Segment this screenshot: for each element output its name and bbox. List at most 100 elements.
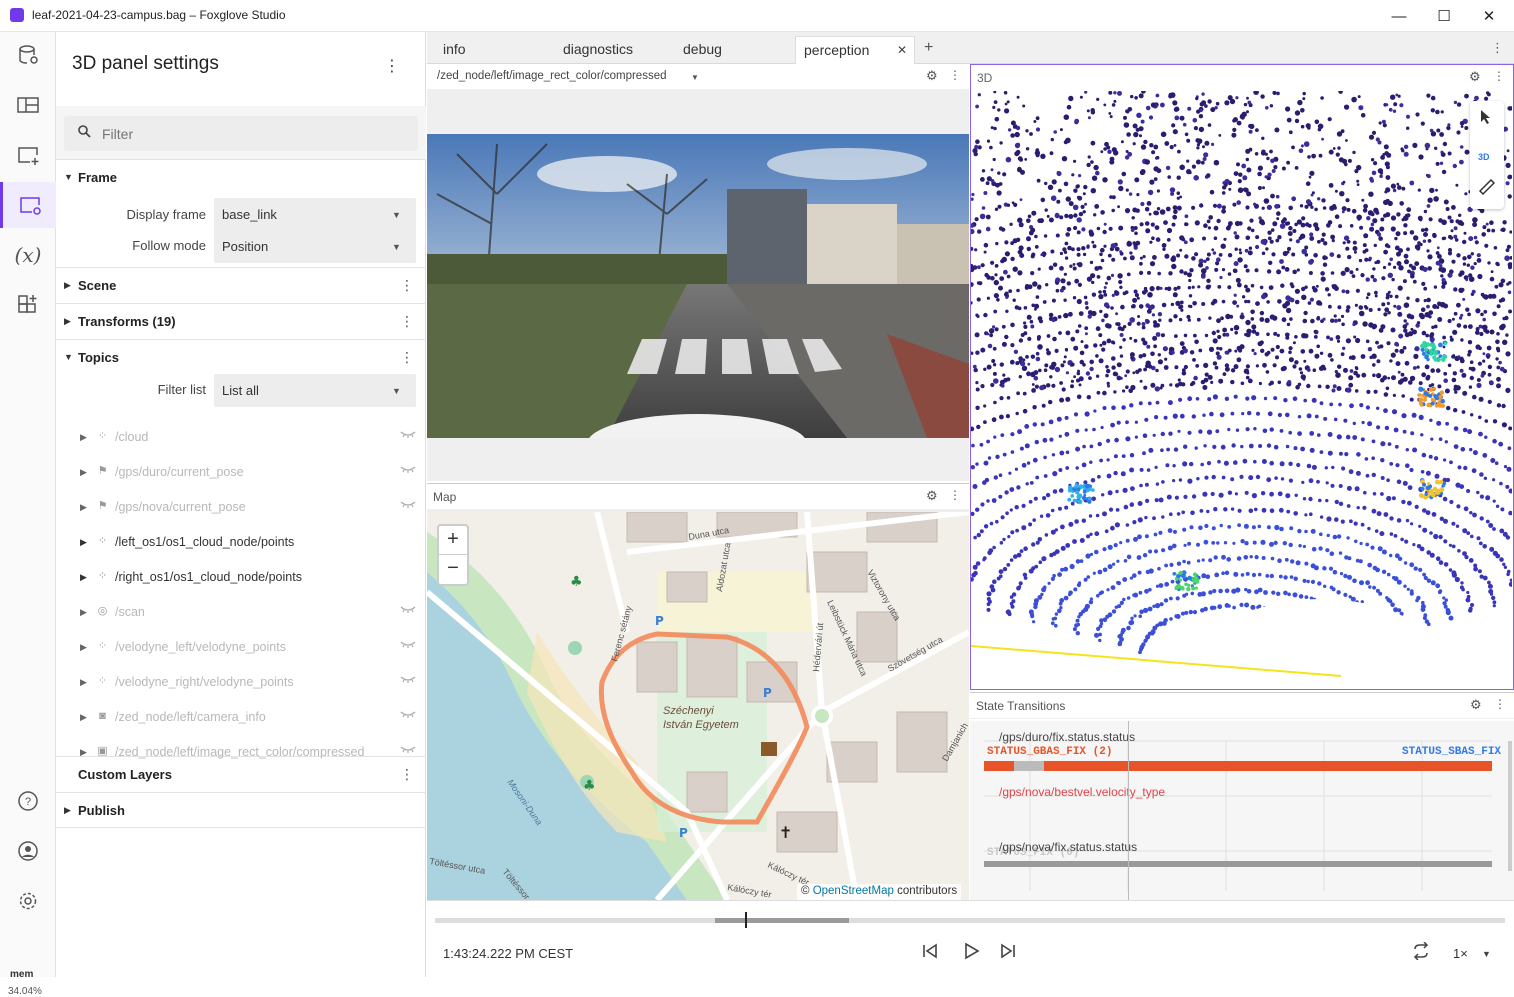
topic-row[interactable]: ▶ ⁘ /velodyne_right/velodyne_points xyxy=(56,665,426,700)
caret-right-icon[interactable]: ▶ xyxy=(80,467,87,478)
close-tab-icon[interactable]: ✕ xyxy=(897,43,907,57)
section-frame[interactable]: ▼ Frame xyxy=(56,159,426,195)
caret-right-icon[interactable]: ▶ xyxy=(80,677,87,688)
section-menu-icon[interactable]: ⋮ xyxy=(400,313,414,330)
topic-row[interactable]: ▶ ⁘ /right_os1/os1_cloud_node/points xyxy=(56,560,426,595)
speed-select[interactable]: 1× xyxy=(1453,946,1468,961)
minimize-button[interactable]: — xyxy=(1376,0,1422,32)
ruler-icon[interactable] xyxy=(1478,178,1496,200)
section-menu-icon[interactable]: ⋮ xyxy=(400,349,414,366)
timeline-cursor[interactable] xyxy=(745,912,748,928)
caret-down-icon[interactable]: ▼ xyxy=(1482,949,1491,959)
panel-menu-icon[interactable]: ⋮ xyxy=(1493,69,1505,83)
tab-menu-button[interactable]: ⋮ xyxy=(1491,40,1504,56)
point-cloud-view[interactable] xyxy=(971,91,1512,689)
panel-menu-icon[interactable]: ⋮ xyxy=(1494,697,1506,711)
filter-input[interactable] xyxy=(102,123,402,145)
visibility-hidden-icon[interactable] xyxy=(400,709,416,722)
caret-right-icon[interactable]: ▶ xyxy=(80,537,87,548)
section-topics[interactable]: ▼ Topics ⋮ xyxy=(56,339,426,375)
visibility-hidden-icon[interactable] xyxy=(400,499,416,512)
maximize-button[interactable]: ☐ xyxy=(1421,0,1467,32)
state-plot-area[interactable]: /gps/duro/fix.status.status STATUS_GBAS_… xyxy=(970,721,1514,900)
caret-right-icon: ▶ xyxy=(64,316,71,326)
add-tab-button[interactable]: + xyxy=(924,39,933,57)
park-icon: ♣ xyxy=(583,778,596,794)
caret-down-icon: ▼ xyxy=(392,386,401,396)
gear-icon[interactable]: ⚙ xyxy=(1469,69,1481,85)
follow-mode-select[interactable]: Position ▼ xyxy=(214,230,416,263)
topic-row[interactable]: ▶ ◙ /zed_node/left/camera_info xyxy=(56,700,426,735)
section-scene[interactable]: ▶ Scene ⋮ xyxy=(56,267,426,303)
gear-icon[interactable]: ⚙ xyxy=(926,488,938,504)
tab-label: perception xyxy=(804,42,870,58)
tab-debug[interactable]: debug xyxy=(675,36,730,64)
caret-right-icon[interactable]: ▶ xyxy=(80,432,87,443)
gear-icon[interactable]: ⚙ xyxy=(926,68,938,84)
close-window-button[interactable]: ✕ xyxy=(1466,0,1512,32)
mode-3d-toggle[interactable]: 3D xyxy=(1478,152,1490,162)
caret-right-icon[interactable]: ▶ xyxy=(80,747,87,758)
visibility-hidden-icon[interactable] xyxy=(400,604,416,617)
topic-row[interactable]: ▶ ⁘ /left_os1/os1_cloud_node/points xyxy=(56,525,426,560)
select-icon[interactable] xyxy=(1479,109,1493,130)
caret-right-icon[interactable]: ▶ xyxy=(80,642,87,653)
topic-row[interactable]: ▶ ⚑ /gps/duro/current_pose xyxy=(56,455,426,490)
scrollbar[interactable] xyxy=(1508,741,1512,871)
visibility-hidden-icon[interactable] xyxy=(400,464,416,477)
filter-box[interactable] xyxy=(64,116,418,151)
zoom-in-button[interactable]: + xyxy=(439,526,467,555)
visibility-hidden-icon[interactable] xyxy=(400,674,416,687)
map-view[interactable]: Duna utca Aldozat utca Ferenc sétány Szé… xyxy=(427,512,969,900)
layout-icon[interactable] xyxy=(0,82,56,128)
follow-mode-label: Follow mode xyxy=(132,238,206,253)
topic-row[interactable]: ▶ ◎ /scan xyxy=(56,595,426,630)
timeline-track[interactable] xyxy=(435,918,1505,923)
data-source-icon[interactable] xyxy=(0,32,56,78)
select-value: base_link xyxy=(222,207,277,222)
settings-menu-button[interactable]: ⋮ xyxy=(384,56,400,76)
preferences-icon[interactable] xyxy=(0,878,56,924)
variables-icon[interactable]: (x) xyxy=(0,232,56,278)
visibility-hidden-icon[interactable] xyxy=(400,744,416,757)
section-transforms[interactable]: ▶ Transforms (19) ⋮ xyxy=(56,303,426,339)
openstreetmap-link[interactable]: OpenStreetMap xyxy=(813,885,894,897)
topic-row[interactable]: ▶ ⁘ /velodyne_left/velodyne_points xyxy=(56,630,426,665)
image-topic-select[interactable]: /zed_node/left/image_rect_color/compress… xyxy=(437,70,667,82)
seek-back-icon[interactable] xyxy=(921,942,939,965)
section-menu-icon[interactable]: ⋮ xyxy=(400,277,414,294)
extensions-icon[interactable] xyxy=(0,282,56,328)
caret-down-icon[interactable]: ▼ xyxy=(691,73,699,82)
visibility-hidden-icon[interactable] xyxy=(400,639,416,652)
caret-right-icon[interactable]: ▶ xyxy=(80,572,87,583)
visibility-hidden-icon[interactable] xyxy=(400,429,416,442)
play-icon[interactable] xyxy=(962,942,980,965)
section-publish[interactable]: ▶ Publish xyxy=(56,792,426,828)
caret-right-icon[interactable]: ▶ xyxy=(80,502,87,513)
seek-forward-icon[interactable] xyxy=(999,942,1017,965)
tab-info[interactable]: info xyxy=(435,36,474,64)
caret-right-icon[interactable]: ▶ xyxy=(80,712,87,723)
tab-perception[interactable]: perception ✕ xyxy=(795,36,915,64)
park-icon: ♣ xyxy=(570,574,583,590)
panel-menu-icon[interactable]: ⋮ xyxy=(949,488,961,502)
zoom-out-button[interactable]: − xyxy=(439,555,467,584)
filter-list-select[interactable]: List all ▼ xyxy=(214,374,416,407)
tab-diagnostics[interactable]: diagnostics xyxy=(555,36,641,64)
filter-list-label: Filter list xyxy=(157,382,206,397)
topic-row[interactable]: ▶ ⚑ /gps/nova/current_pose xyxy=(56,490,426,525)
help-icon[interactable]: ? xyxy=(0,778,56,824)
add-panel-icon[interactable] xyxy=(0,132,56,178)
gear-icon[interactable]: ⚙ xyxy=(1470,697,1482,713)
display-frame-select[interactable]: base_link ▼ xyxy=(214,198,416,231)
panel-menu-icon[interactable]: ⋮ xyxy=(949,68,961,82)
loop-icon[interactable] xyxy=(1411,941,1431,965)
caret-right-icon[interactable]: ▶ xyxy=(80,607,87,618)
topic-label: /gps/duro/current_pose xyxy=(115,465,244,479)
topic-row[interactable]: ▶ ⁘ /cloud xyxy=(56,420,426,455)
account-icon[interactable] xyxy=(0,828,56,874)
tab-bar: info diagnostics debug perception ✕ + ⋮ xyxy=(427,32,1514,64)
topic-row[interactable]: ▶ ▣ /zed_node/left/image_rect_color/compre… xyxy=(56,735,426,770)
panel-settings-icon[interactable] xyxy=(0,182,56,228)
caret-down-icon: ▼ xyxy=(392,242,401,252)
